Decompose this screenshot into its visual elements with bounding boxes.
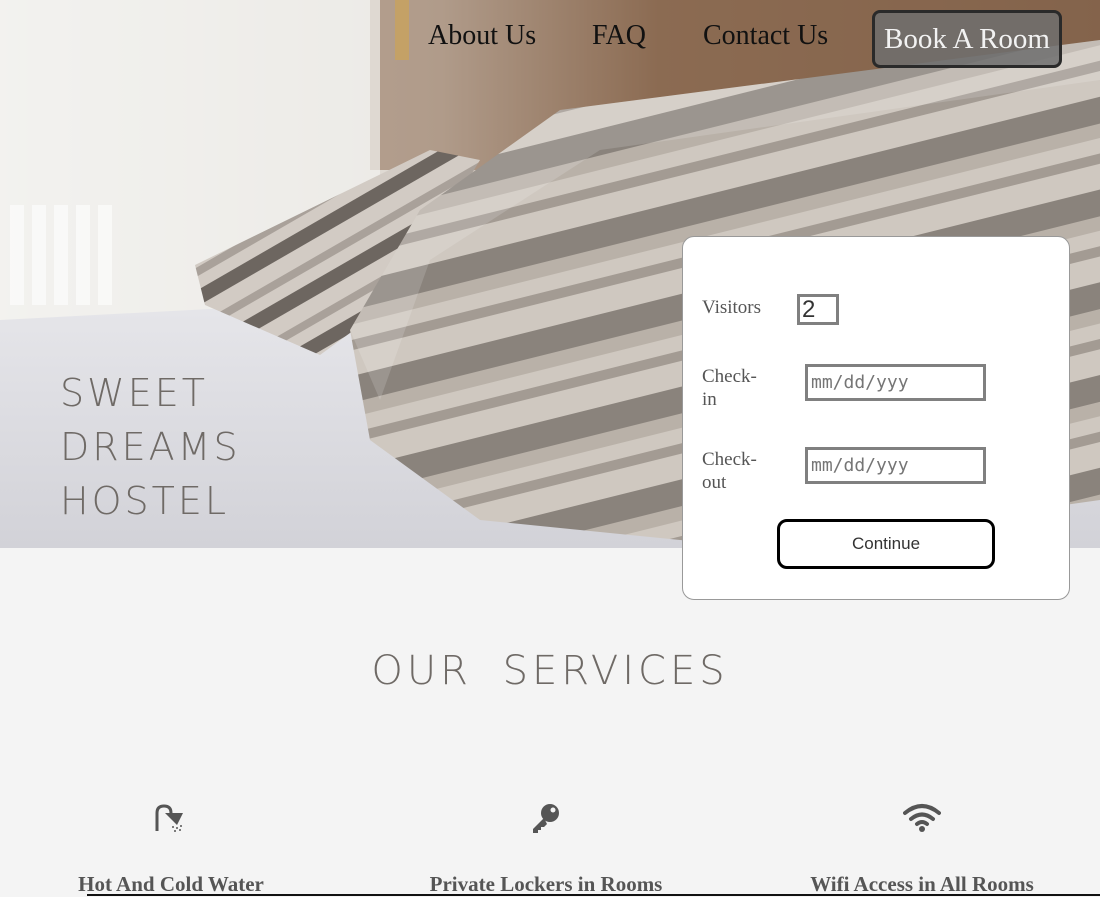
booking-form: Visitors 2 Check-in Check-out Continue [682, 236, 1070, 600]
shower-icon [21, 800, 321, 836]
wifi-icon [772, 800, 1072, 836]
checkout-label: Check-out [702, 449, 757, 493]
brand-line: DREAMS [60, 425, 241, 469]
divider [87, 894, 1100, 896]
brand-line: HOSTEL [60, 479, 229, 523]
service-item: Hot And Cold Water [21, 800, 321, 897]
nav-about-us[interactable]: About Us [428, 20, 536, 52]
book-a-room-button[interactable]: Book A Room [872, 10, 1062, 68]
visitors-label: Visitors [702, 297, 762, 318]
hostel-name: SWEET DREAMS HOSTEL [60, 366, 241, 528]
top-nav: About Us FAQ Contact Us Book A Room [0, 0, 1100, 80]
key-icon [396, 800, 696, 836]
visitors-input[interactable]: 2 [797, 294, 839, 325]
continue-button[interactable]: Continue [777, 519, 995, 569]
nav-faq[interactable]: FAQ [592, 20, 646, 52]
nav-contact-us[interactable]: Contact Us [703, 20, 828, 52]
service-item: Wifi Access in All Rooms [772, 800, 1072, 897]
services-heading: OUR SERVICES [371, 648, 729, 694]
checkout-date-input[interactable] [805, 447, 986, 484]
service-item: Private Lockers in Rooms [396, 800, 696, 897]
brand-line: SWEET [60, 371, 208, 415]
checkin-date-input[interactable] [805, 364, 986, 401]
checkin-label: Check-in [702, 366, 757, 410]
